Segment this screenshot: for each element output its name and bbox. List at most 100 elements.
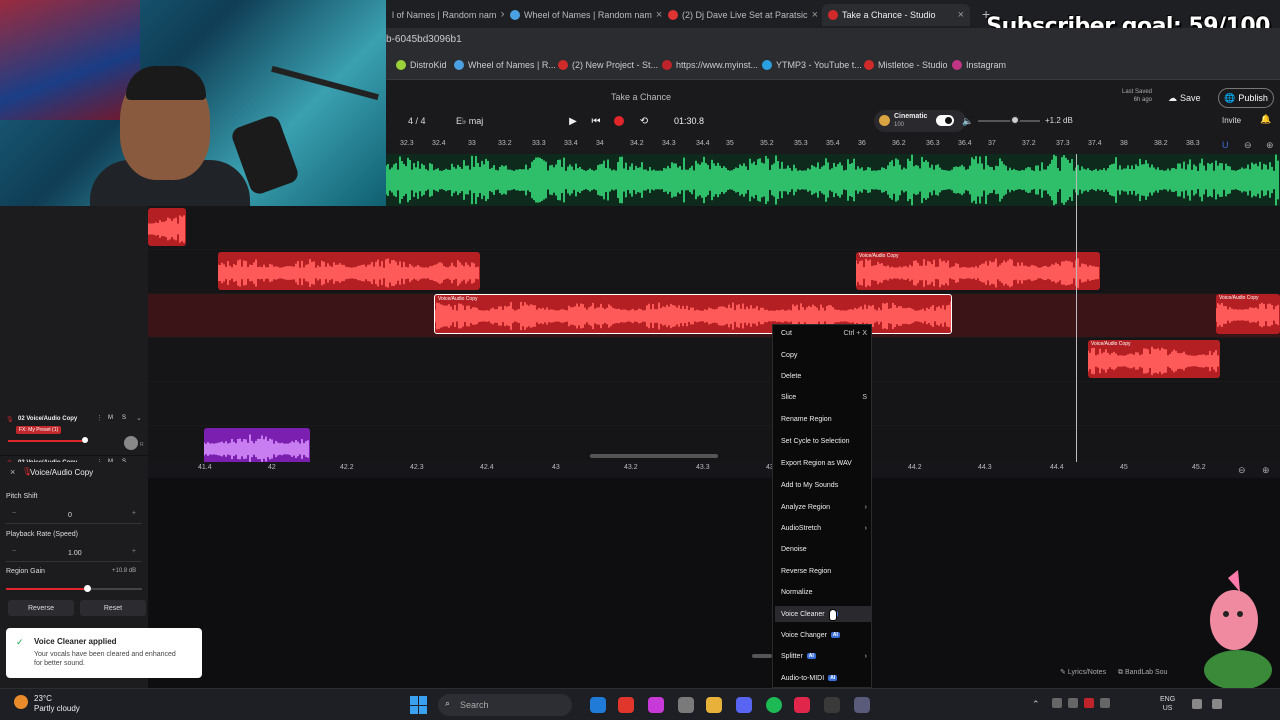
publish-button[interactable]: 🌐 Publish — [1218, 88, 1274, 108]
menu-item-voice-changer[interactable]: Voice Changer AI — [781, 627, 867, 643]
browser-tab-active[interactable]: Take a Chance - Studio × — [822, 4, 970, 26]
bookmark[interactable]: https://www.myinst... — [662, 60, 758, 70]
horizontal-scrollbar[interactable] — [590, 454, 718, 458]
menu-item-export-region-as-wav[interactable]: Export Region as WAV — [781, 455, 867, 471]
taskbar-search[interactable]: ⌕ Search — [438, 694, 572, 716]
region-gain-knob[interactable] — [84, 585, 91, 592]
steam-icon[interactable] — [854, 697, 870, 713]
zoom-in-icon[interactable]: ⊕ — [1262, 465, 1270, 476]
menu-item-set-cycle-to-selection[interactable]: Set Cycle to Selection — [781, 433, 867, 449]
audio-region[interactable]: Voice/Audio Copy — [434, 294, 952, 334]
system-tray[interactable] — [1052, 698, 1112, 710]
track-fx-badge[interactable]: FX: My Preset (1) — [16, 426, 62, 434]
menu-item-rename-region[interactable]: Rename Region — [781, 411, 867, 427]
save-button[interactable]: ☁ Save — [1168, 88, 1208, 108]
browser-tab[interactable]: l of Names | Random nam × — [386, 4, 504, 26]
track-lane[interactable] — [148, 382, 1280, 426]
audio-region[interactable]: Voice/Audio Copy — [1088, 340, 1220, 378]
minus-icon[interactable]: − — [12, 510, 16, 517]
skip-back-icon[interactable]: ⏮ — [589, 114, 603, 128]
drag-handle-icon[interactable]: ⋮ — [96, 414, 103, 422]
loop-icon[interactable]: ⟲ — [637, 114, 651, 128]
project-title[interactable]: Take a Chance — [611, 92, 671, 102]
tray-icon[interactable] — [1084, 698, 1094, 708]
menu-item-denoise[interactable]: Denoise — [781, 541, 867, 557]
speaker-icon[interactable]: 🔈 — [962, 116, 973, 127]
snap-icon[interactable]: U — [1222, 140, 1229, 150]
file-explorer-icon[interactable] — [706, 697, 722, 713]
obs-icon[interactable] — [824, 697, 840, 713]
tray-icon[interactable] — [1100, 698, 1110, 708]
bookmark[interactable]: DistroKid — [396, 60, 447, 70]
track-name[interactable]: 02 Voice/Audio Copy — [18, 416, 77, 422]
playhead[interactable] — [1076, 154, 1077, 462]
audio-region[interactable] — [204, 428, 310, 466]
bandlab-sounds-link[interactable]: ⧉ BandLab Sou — [1118, 669, 1167, 676]
audio-region[interactable]: Voice/Audio Copy — [856, 252, 1100, 290]
time-signature[interactable]: 4 / 4 — [408, 116, 426, 126]
track-lane[interactable]: Voice/Audio Copy — [148, 338, 1280, 382]
bookmark[interactable]: (2) New Project - St... — [558, 60, 658, 70]
pitch-shift-stepper[interactable]: −0 + — [6, 510, 142, 524]
timeline-ruler[interactable]: 32.3 32.4 33 33.2 33.3 33.4 34 34.2 34.3 34.4 35 35… — [386, 138, 1280, 154]
menu-item-normalize[interactable]: Normalize — [781, 584, 867, 600]
close-icon[interactable]: × — [10, 467, 15, 477]
bookmark[interactable]: Wheel of Names | R... — [454, 60, 556, 70]
zoom-in-icon[interactable]: ⊕ — [1266, 140, 1274, 151]
master-volume-slider[interactable] — [978, 120, 1040, 122]
language-indicator[interactable]: ENG US — [1160, 695, 1175, 713]
editor-scrollbar[interactable] — [752, 654, 772, 658]
volume-icon[interactable] — [1212, 699, 1222, 709]
edge-icon[interactable] — [590, 697, 606, 713]
discord-icon[interactable] — [736, 697, 752, 713]
solo-button[interactable]: S — [122, 415, 126, 421]
spotify-icon[interactable] — [766, 697, 782, 713]
tray-icon[interactable] — [1068, 698, 1078, 708]
plus-icon[interactable]: + — [132, 548, 136, 555]
master-waveform-overview[interactable] — [386, 154, 1280, 206]
chevron-up-icon[interactable]: ⌃ — [1032, 699, 1040, 710]
browser-tab[interactable]: (2) Dj Dave Live Set at Paratsic × — [662, 4, 822, 26]
track-lane[interactable]: Voice/Audio Copy — [148, 250, 1280, 294]
menu-item-delete[interactable]: Delete — [781, 368, 867, 384]
menu-item-reverse-region[interactable]: Reverse Region — [781, 563, 867, 579]
zoom-out-icon[interactable]: ⊖ — [1238, 465, 1246, 476]
start-icon[interactable] — [410, 696, 428, 714]
weather-widget[interactable]: 23°C Partly cloudy — [34, 694, 80, 714]
chevron-down-icon[interactable]: ⌄ — [136, 414, 142, 422]
menu-item-splitter[interactable]: Splitter AI › — [781, 648, 867, 664]
bell-icon[interactable]: 🔔 — [1260, 114, 1271, 125]
playback-rate-stepper[interactable]: −1.00 + — [6, 548, 142, 562]
mastering-preset[interactable]: Cinematic 100 — [874, 110, 966, 132]
menu-item-slice[interactable]: Slice S — [781, 389, 867, 405]
record-button[interactable] — [612, 114, 626, 128]
lyrics-notes-link[interactable]: ✎ Lyrics/Notes — [1060, 669, 1106, 676]
track-lane[interactable] — [148, 206, 1280, 250]
bookmark[interactable]: Instagram — [952, 60, 1006, 70]
region-editor-canvas[interactable] — [148, 454, 1280, 688]
close-tab-icon[interactable]: × — [958, 9, 964, 21]
pan-knob[interactable] — [124, 436, 138, 450]
reverse-button[interactable]: Reverse — [8, 600, 74, 616]
audio-region[interactable]: Voice/Audio Copy — [1216, 294, 1280, 334]
menu-item-audiostretch[interactable]: AudioStretch › — [781, 520, 867, 536]
plus-icon[interactable]: + — [132, 510, 136, 517]
invite-button[interactable]: Invite — [1222, 116, 1241, 125]
tray-icon[interactable] — [1052, 698, 1062, 708]
settings-icon[interactable] — [678, 697, 694, 713]
menu-item-voice-cleaner[interactable]: Voice CleanerAI — [775, 606, 871, 622]
region-editor-ruler[interactable]: 41.44242.242.342.44343.243.343.44444.244… — [148, 462, 1280, 478]
capcut-icon[interactable] — [794, 697, 810, 713]
menu-item-cut[interactable]: Cut Ctrl + X — [781, 325, 867, 341]
track-header[interactable]: 🎙 02 Voice/Audio Copy FX: My Preset (1) … — [0, 412, 148, 456]
bookmark[interactable]: YTMP3 - YouTube t... — [762, 60, 862, 70]
address-bar[interactable]: b-6045bd3096b1 — [386, 28, 1280, 54]
menu-item-copy[interactable]: Copy — [781, 347, 867, 363]
audio-region[interactable] — [148, 208, 186, 246]
master-volume-knob[interactable] — [1010, 115, 1020, 125]
reset-button[interactable]: Reset — [80, 600, 146, 616]
copilot-icon[interactable] — [648, 697, 664, 713]
wifi-icon[interactable] — [1192, 699, 1202, 709]
key-signature[interactable]: E♭ maj — [456, 116, 483, 127]
mute-button[interactable]: M — [108, 415, 113, 421]
